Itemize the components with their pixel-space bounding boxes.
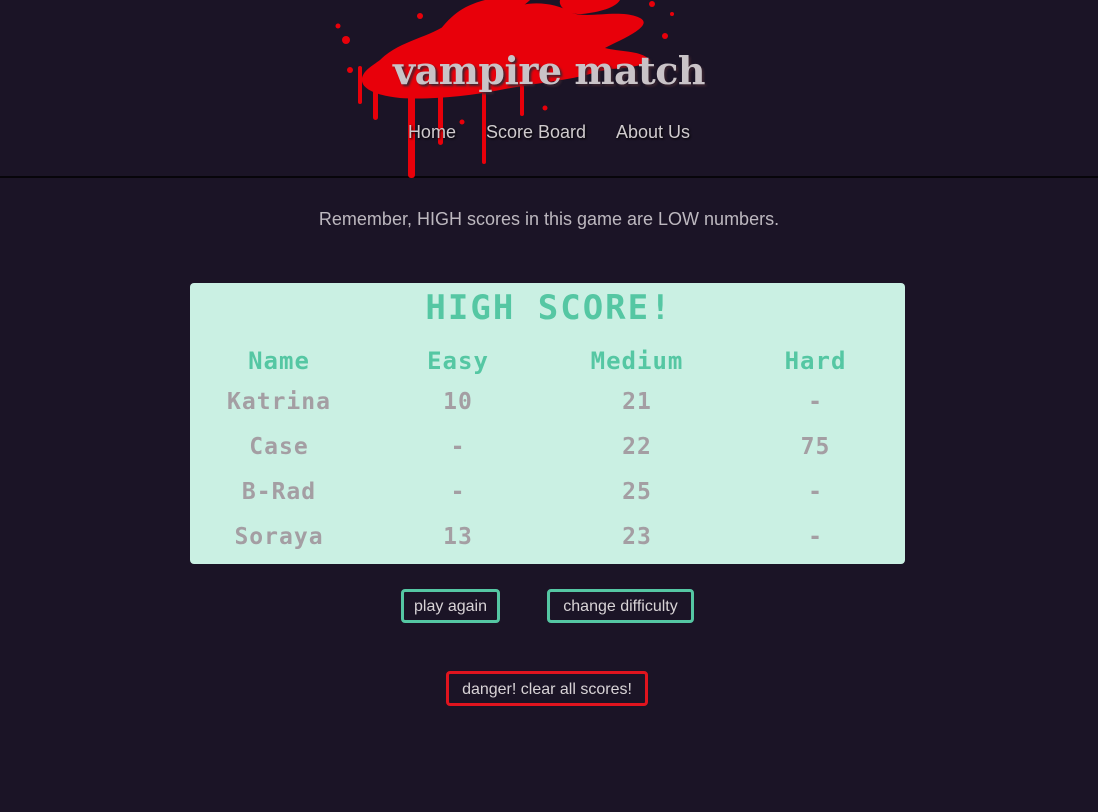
site-title: vampire match <box>393 48 706 93</box>
site-header: vampire match Home Score Board About Us <box>0 0 1098 178</box>
table-row: Case - 22 75 <box>190 425 905 470</box>
player-name-cell: Case <box>249 434 309 461</box>
play-again-button[interactable]: play again <box>401 589 500 623</box>
clear-all-scores-button[interactable]: danger! clear all scores! <box>446 671 648 706</box>
column-header-medium: Medium <box>590 347 684 375</box>
table-header-row: Name Easy Medium Hard <box>190 342 905 380</box>
table-row: Soraya 13 23 - <box>190 514 905 559</box>
easy-score-cell: 10 <box>443 389 473 416</box>
main-nav: Home Score Board About Us <box>0 122 1098 143</box>
high-score-table: Name Easy Medium Hard Katrina 10 21 - Ca… <box>190 342 905 559</box>
medium-score-cell: 25 <box>622 478 652 505</box>
easy-score-cell: - <box>450 434 466 461</box>
medium-score-cell: 23 <box>622 523 652 550</box>
hard-score-cell: - <box>808 478 823 505</box>
hard-score-cell: - <box>808 523 823 550</box>
player-name-cell: Soraya <box>234 523 324 550</box>
hard-score-cell: - <box>808 389 823 416</box>
nav-home-link[interactable]: Home <box>408 122 456 143</box>
score-notice: Remember, HIGH scores in this game are L… <box>318 209 780 229</box>
nav-score-board-link[interactable]: Score Board <box>486 122 586 143</box>
table-row: Katrina 10 21 - <box>190 380 905 425</box>
player-name-cell: Katrina <box>227 389 331 416</box>
high-score-title: HIGH SCORE! <box>425 288 673 328</box>
hard-score-cell: 75 <box>800 434 831 461</box>
easy-score-cell: 13 <box>443 523 473 550</box>
medium-score-cell: 22 <box>622 434 652 461</box>
table-row: B-Rad - 25 - <box>190 470 905 515</box>
change-difficulty-button[interactable]: change difficulty <box>547 589 694 623</box>
easy-score-cell: - <box>450 478 466 505</box>
medium-score-cell: 21 <box>622 389 652 416</box>
column-header-hard: Hard <box>784 347 847 375</box>
column-header-name: Name <box>248 347 310 375</box>
nav-about-us-link[interactable]: About Us <box>616 122 690 143</box>
player-name-cell: B-Rad <box>241 478 317 505</box>
column-header-easy: Easy <box>427 347 489 375</box>
